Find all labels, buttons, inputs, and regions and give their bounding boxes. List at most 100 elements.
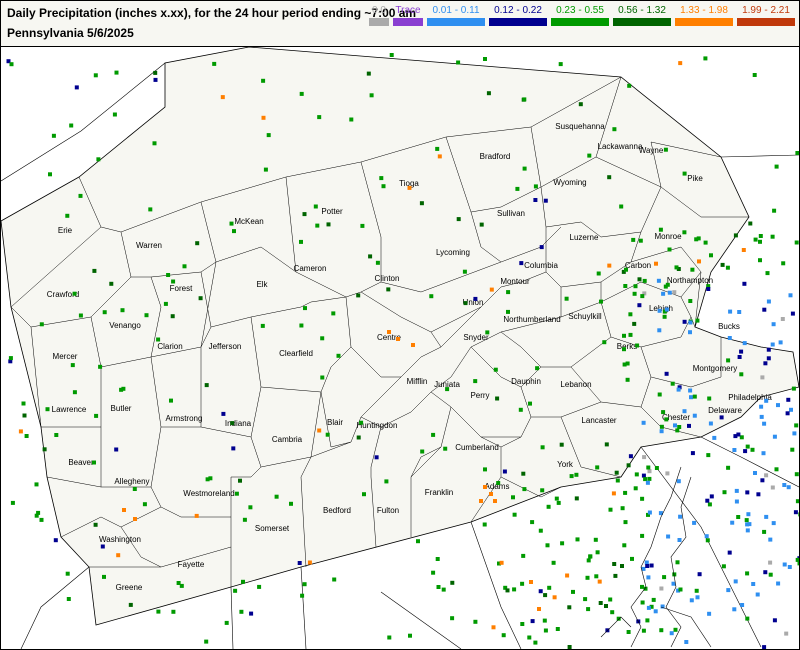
station-marker — [649, 563, 654, 568]
station-marker — [431, 432, 436, 437]
station-marker — [109, 281, 114, 286]
station-marker — [560, 541, 565, 546]
station-marker — [529, 580, 533, 584]
station-marker — [22, 413, 27, 418]
station-marker — [408, 633, 412, 638]
station-marker — [785, 411, 790, 416]
station-marker — [96, 157, 101, 162]
county-label: Westmoreland — [183, 489, 234, 498]
station-marker — [349, 117, 354, 122]
station-marker — [763, 361, 768, 366]
county-label: Lancaster — [581, 416, 616, 425]
station-marker — [719, 415, 724, 420]
station-marker — [229, 221, 234, 226]
station-marker — [320, 336, 325, 341]
station-marker — [647, 469, 652, 474]
legend-label: Trace — [395, 5, 421, 16]
station-marker — [574, 496, 579, 501]
station-marker — [239, 609, 244, 614]
county-label: Lawrence — [52, 405, 87, 414]
station-marker — [768, 560, 773, 565]
station-marker — [567, 645, 572, 649]
county-label: Northampton — [667, 276, 713, 285]
station-marker — [102, 310, 107, 315]
station-marker — [520, 581, 525, 586]
station-marker — [411, 343, 415, 347]
county-label: Cumberland — [455, 443, 499, 452]
station-marker — [596, 271, 601, 276]
station-marker — [678, 514, 683, 519]
station-marker — [794, 472, 799, 477]
station-marker — [506, 290, 511, 295]
county-label: Schuylkill — [568, 312, 602, 321]
station-marker — [543, 198, 548, 203]
station-marker — [204, 639, 209, 644]
station-marker — [540, 488, 545, 493]
station-marker — [463, 301, 468, 306]
station-marker — [522, 166, 527, 171]
station-marker — [787, 565, 792, 569]
county-label: Dauphin — [511, 377, 541, 386]
county-label: Fayette — [178, 560, 205, 569]
station-marker — [538, 528, 543, 533]
header-bar: Daily Precipitation (inches x.xx), for t… — [1, 1, 799, 47]
station-marker — [625, 377, 630, 382]
station-marker — [93, 522, 98, 527]
county-label: Washington — [99, 535, 141, 544]
station-marker — [793, 510, 798, 515]
station-marker — [774, 164, 779, 169]
station-marker — [695, 595, 700, 600]
station-marker — [673, 423, 677, 428]
station-marker — [336, 353, 341, 358]
station-marker — [644, 560, 649, 565]
county-label: Bedford — [323, 506, 351, 515]
legend-swatch — [489, 18, 547, 26]
station-marker — [443, 446, 448, 451]
county-label: Clarion — [157, 342, 182, 351]
station-marker — [659, 429, 664, 434]
station-marker — [682, 171, 687, 176]
station-marker — [739, 372, 744, 377]
station-marker — [645, 564, 650, 568]
station-marker — [21, 401, 26, 406]
county-label: Montgomery — [693, 364, 737, 373]
station-marker — [772, 208, 777, 213]
station-marker — [782, 562, 787, 567]
station-marker — [233, 588, 238, 593]
station-marker — [745, 444, 750, 449]
station-marker — [379, 176, 384, 181]
county-label: Delaware — [708, 406, 742, 415]
station-marker — [485, 330, 490, 335]
station-marker — [619, 204, 624, 209]
station-marker — [34, 482, 39, 487]
station-marker — [671, 581, 676, 586]
station-marker — [763, 570, 768, 575]
station-marker — [538, 589, 543, 594]
station-marker — [768, 537, 773, 542]
station-marker — [70, 363, 75, 368]
station-marker — [695, 318, 700, 323]
station-marker — [552, 595, 557, 600]
station-marker — [768, 572, 773, 577]
station-marker — [114, 70, 119, 75]
station-marker — [528, 401, 532, 406]
station-marker — [706, 453, 711, 458]
station-marker — [658, 227, 663, 232]
station-marker — [234, 491, 239, 496]
station-marker — [675, 428, 680, 433]
legend-label: 1.99 - 2.21 — [742, 5, 790, 16]
station-marker — [72, 390, 77, 395]
station-marker — [479, 222, 484, 227]
county-label: Susquehanna — [555, 122, 605, 131]
station-marker — [786, 397, 791, 402]
county-label: Bradford — [480, 152, 511, 161]
station-marker — [759, 404, 764, 409]
station-marker — [765, 271, 770, 276]
station-marker — [620, 564, 624, 568]
station-marker — [733, 579, 738, 584]
station-marker — [384, 479, 389, 484]
station-marker — [628, 454, 633, 459]
station-marker — [429, 294, 434, 299]
legend-label: 0.0 — [372, 5, 386, 16]
station-marker — [665, 471, 670, 476]
